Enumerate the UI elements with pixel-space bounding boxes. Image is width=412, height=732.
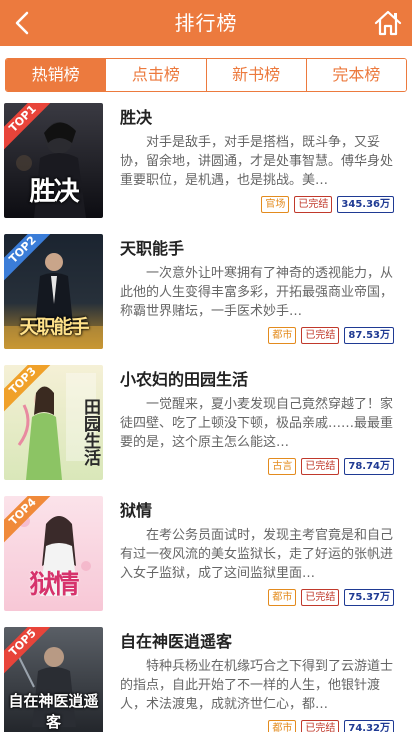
home-button[interactable] bbox=[372, 7, 404, 39]
word-count-badge: 345.36万 bbox=[337, 196, 394, 213]
book-title[interactable]: 狱情 bbox=[120, 497, 152, 521]
status-badge: 已完结 bbox=[301, 720, 340, 732]
book-cover[interactable]: TOP1 胜决 bbox=[4, 103, 103, 218]
book-tags: 都市 已完结 74.32万 bbox=[268, 720, 394, 732]
list-item[interactable]: TOP5 自在神医逍遥客 自在神医逍遥客 特种兵杨业在机缘巧合之下得到了云游道士… bbox=[0, 624, 412, 732]
status-badge: 已完结 bbox=[294, 196, 333, 213]
app-header: 排行榜 bbox=[0, 0, 412, 46]
book-description: 在考公务员面试时，发现主考官竟是和自己有过一夜风流的美女监狱长，走了好运的张帆进… bbox=[120, 528, 394, 581]
book-title[interactable]: 小农妇的田园生活 bbox=[120, 366, 248, 390]
cover-title: 胜决 bbox=[29, 177, 79, 207]
list-item[interactable]: TOP4 狱情 狱情 在考公务员面试时，发现主考官竟是和自己有过一夜风流的美女监… bbox=[0, 493, 412, 624]
book-title[interactable]: 胜决 bbox=[120, 104, 152, 128]
book-description: 特种兵杨业在机缘巧合之下得到了云游道士的指点，自此开始了不一样的人生，他银针渡人… bbox=[120, 659, 394, 712]
book-title[interactable]: 天职能手 bbox=[120, 235, 184, 259]
tab-new-books[interactable]: 新书榜 bbox=[205, 59, 306, 91]
book-tags: 官场 已完结 345.36万 bbox=[261, 196, 394, 213]
cover-title: 狱情 bbox=[29, 570, 79, 600]
genre-badge: 都市 bbox=[268, 720, 297, 732]
status-badge: 已完结 bbox=[301, 458, 340, 475]
genre-badge: 都市 bbox=[268, 327, 297, 344]
list-item[interactable]: TOP2 天职能手 天职能手 一次意外让叶寒拥有了神奇的透视能力，从此他的人生变… bbox=[0, 231, 412, 362]
ranking-tabs: 热销榜 点击榜 新书榜 完本榜 bbox=[5, 58, 407, 92]
home-icon bbox=[374, 10, 402, 36]
cover-title: 田园生活 bbox=[80, 398, 100, 466]
genre-badge: 官场 bbox=[261, 196, 290, 213]
status-badge: 已完结 bbox=[301, 589, 340, 606]
tab-completed[interactable]: 完本榜 bbox=[305, 59, 406, 91]
book-tags: 都市 已完结 87.53万 bbox=[268, 327, 394, 344]
book-title[interactable]: 自在神医逍遥客 bbox=[120, 628, 232, 652]
list-item[interactable]: TOP3 田园生活 小农妇的田园生活 一觉醒来，夏小麦发现自己竟然穿越了！家徒四… bbox=[0, 362, 412, 493]
word-count-badge: 87.53万 bbox=[344, 327, 394, 344]
book-cover[interactable]: TOP4 狱情 bbox=[4, 496, 103, 611]
word-count-badge: 74.32万 bbox=[344, 720, 394, 732]
tab-clicks[interactable]: 点击榜 bbox=[105, 59, 206, 91]
cover-title: 天职能手 bbox=[19, 316, 89, 338]
genre-badge: 古言 bbox=[268, 458, 297, 475]
book-tags: 古言 已完结 78.74万 bbox=[268, 458, 394, 475]
page-title: 排行榜 bbox=[174, 11, 238, 35]
genre-badge: 都市 bbox=[268, 589, 297, 606]
list-item[interactable]: TOP1 胜决 胜决 对手是敌手，对手是搭档，既斗争，又妥协，留余地，讲圆通，才… bbox=[0, 100, 412, 231]
book-description: 一觉醒来，夏小麦发现自己竟然穿越了！家徒四壁、吃了上顿没下顿，极品亲戚……最最重… bbox=[120, 397, 394, 450]
tab-hot-sales[interactable]: 热销榜 bbox=[6, 59, 106, 91]
book-cover[interactable]: TOP2 天职能手 bbox=[4, 234, 103, 349]
book-description: 一次意外让叶寒拥有了神奇的透视能力，从此他的人生变得丰富多彩，开拓最强商业帝国，… bbox=[120, 266, 394, 319]
book-list: TOP1 胜决 胜决 对手是敌手，对手是搭档，既斗争，又妥协，留余地，讲圆通，才… bbox=[0, 100, 412, 732]
status-badge: 已完结 bbox=[301, 327, 340, 344]
word-count-badge: 78.74万 bbox=[344, 458, 394, 475]
word-count-badge: 75.37万 bbox=[344, 589, 394, 606]
cover-title: 自在神医逍遥客 bbox=[8, 692, 99, 731]
book-description: 对手是敌手，对手是搭档，既斗争，又妥协，留余地，讲圆通，才是处事智慧。傅华身处重… bbox=[120, 135, 394, 188]
book-cover[interactable]: TOP3 田园生活 bbox=[4, 365, 103, 480]
book-tags: 都市 已完结 75.37万 bbox=[268, 589, 394, 606]
book-cover[interactable]: TOP5 自在神医逍遥客 bbox=[4, 627, 103, 732]
